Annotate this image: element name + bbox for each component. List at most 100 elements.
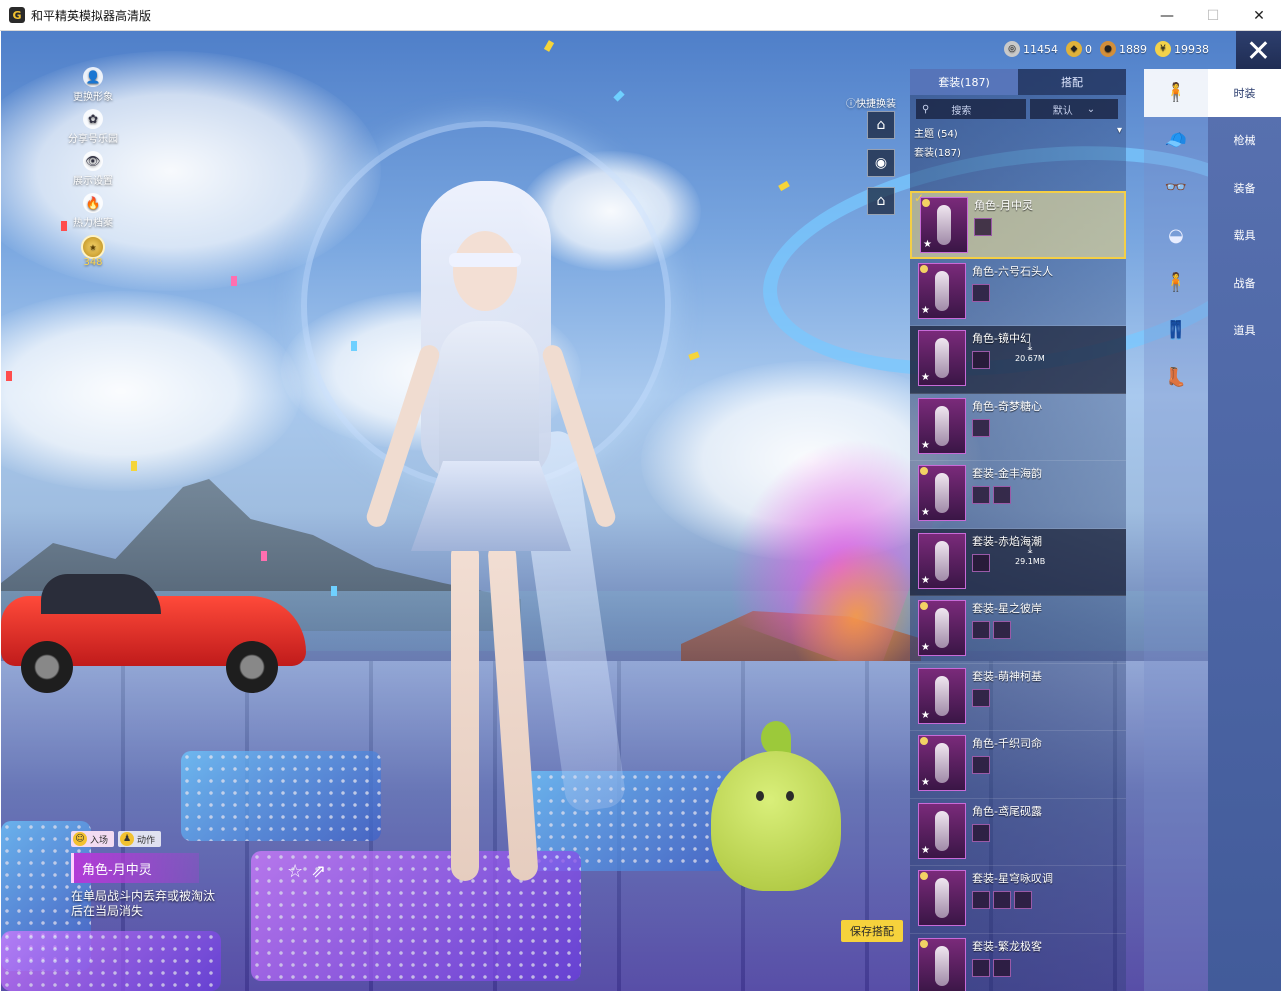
theme-section-header[interactable]: 主题 (54) ▾ [910,123,1126,142]
quick-swap-text: 快捷换装 [856,99,896,110]
full-outfit-icon: 🧍 [1164,82,1188,104]
star-icon: ★ [921,642,930,653]
suit-part-icon [972,351,990,369]
badge-value: 348 [83,257,103,268]
suit-item[interactable]: ★ 套装-赤焰海潮 ⤓ 29.1MB [910,528,1126,596]
suit-item[interactable]: ★ 角色-千织司命 [910,731,1126,799]
tab-fashion[interactable]: 时装 [1208,69,1281,117]
rarity-icon [920,467,928,475]
left-menu-display-settings[interactable]: 👁 展示设置 [63,151,123,187]
top-slot[interactable]: 🧍 [1144,259,1208,307]
tab-action[interactable]: ♟ 动作 [118,831,162,847]
save-outfit-button[interactable]: 保存搭配 [841,920,903,942]
suit-item[interactable]: ★ 套装-星之彼岸 [910,596,1126,664]
suit-part-icon [972,283,990,302]
gold-coin-icon: ¥ [1155,41,1171,57]
silver-coin-icon: ◎ [1004,41,1020,57]
app-logo-icon: G [9,7,25,23]
flame-icon: 🔥 [83,193,103,213]
star-icon: ★ [921,507,930,518]
suit-thumbnail: ★ [918,802,966,859]
close-window-button[interactable]: ✕ [1236,0,1282,31]
tab-suits[interactable]: 套装(187) [910,69,1018,95]
suit-item[interactable]: 套装-繁龙极客 [910,934,1126,991]
hat-slot[interactable]: 🧢 [1144,117,1208,165]
suit-item[interactable]: ★ 角色-镜中幻 ⤓ 20.67M [910,326,1126,394]
car-wheel [226,641,278,693]
download-indicator[interactable]: ⤓ 29.1MB [1015,543,1045,566]
sort-dropdown[interactable]: 默认 ⌄ [1030,99,1118,119]
search-input[interactable]: ⚲ 搜索 [916,99,1026,119]
tab-entrance-label: 入场 [90,835,109,846]
suit-item[interactable]: ★ 套装-萌神柯基 [910,664,1126,731]
theme-section-label: 主题 (54) [914,129,958,140]
outfit-tabs: 套装(187) 搭配 [910,69,1126,95]
quick-swap-slot-2[interactable]: ◉ [867,149,895,177]
suit-item[interactable]: 套装-星穹咏叹调 [910,866,1126,934]
character-model[interactable] [331,171,661,891]
suit-thumbnail: ★ [920,197,968,253]
tab-combat-gear[interactable]: 战备 [1208,259,1281,307]
suit-thumbnail: ★ [918,262,966,319]
tab-combos[interactable]: 搭配 [1018,69,1126,95]
left-menu-share-code[interactable]: ✿ 分享号乐园 [63,109,123,145]
suit-thumbnail: ★ [918,330,966,386]
chevron-down-icon: ⌄ [1086,103,1096,115]
currency-value: 0 [1085,42,1092,56]
top-icon: 🧍 [1164,272,1188,294]
showcase-tabs: ☺ 入场 ♟ 动作 [71,831,311,847]
suit-item[interactable]: ★ 角色-鸢尾砚露 [910,799,1126,866]
suit-item[interactable]: ★ 角色-六号石头人 [910,259,1126,326]
tab-equipment[interactable]: 装备 [1208,164,1281,212]
flower-icon: ✿ [83,109,103,129]
suit-item[interactable]: ★ 套装-金丰海韵 [910,461,1126,529]
minimize-button[interactable]: — [1144,0,1190,31]
currency-silver[interactable]: ◎ 11454 [1004,41,1058,57]
suit-part-icon [972,958,990,977]
maximize-button[interactable]: ☐ [1190,0,1236,31]
currency-gold[interactable]: ¥ 19938 [1155,41,1209,57]
share-icon[interactable]: ⇗ [311,861,326,882]
suit-thumbnail: ★ [918,667,966,724]
suit-part-icon [972,688,990,707]
tab-vehicles[interactable]: 载具 [1208,212,1281,260]
tab-weapons[interactable]: 枪械 [1208,117,1281,165]
heat-badge[interactable]: ★ 348 [63,235,123,268]
star-icon: ★ [921,777,930,788]
eye-icon: 👁 [83,151,103,171]
suit-part-icon [993,486,1011,504]
pants-slot[interactable]: 👖 [1144,307,1208,355]
tab-entrance[interactable]: ☺ 入场 [71,831,115,847]
search-row: ⚲ 搜索 默认 ⌄ [910,95,1126,123]
shoes-slot[interactable]: 👢 [1144,354,1208,402]
quick-swap-label[interactable]: ⓘ快捷换装 [846,95,896,110]
left-menu-label: 热力档案 [73,218,113,229]
rarity-icon [922,199,930,207]
mask-slot[interactable]: ◒ [1144,212,1208,260]
goggles-slot[interactable]: 👓 [1144,164,1208,212]
suit-thumbnail [918,937,966,991]
suit-item[interactable]: ✓ ★ 角色-月中灵 [910,191,1126,259]
currency-bronze[interactable]: ● 1889 [1100,41,1147,57]
goggles-icon: 👓 [1164,177,1188,199]
outfit-hanger-icon: ⌂ [876,117,886,133]
window-titlebar: G 和平精英模拟器高清版 — ☐ ✕ [0,0,1282,31]
quick-swap-slot-1[interactable]: ⌂ [867,111,895,139]
suit-name: 角色-千织司命 [972,737,1042,750]
suit-item[interactable]: ★ 角色-奇梦糖心 [910,394,1126,461]
quick-swap-slot-3[interactable]: ⌂ [867,187,895,215]
star-icon: ★ [921,574,930,586]
tab-items[interactable]: 道具 [1208,307,1281,355]
suit-list: ✓ ★ 角色-月中灵 ★ 角色-六号石头人 ★ 角色-镜中幻 ⤓20.67M ★… [910,191,1126,991]
left-menu-change-appearance[interactable]: 👤 更换形象 [63,67,123,103]
full-outfit-slot[interactable]: 🧍 [1144,69,1208,117]
download-icon: ⤓ [1027,542,1033,556]
rarity-icon [920,939,928,948]
close-wardrobe-button[interactable]: ✕ [1236,31,1281,71]
suit-name: 角色-六号石头人 [972,264,1053,278]
left-menu-heat-record[interactable]: 🔥 热力档案 [63,193,123,229]
currency-badge[interactable]: ◆ 0 [1066,41,1092,57]
pet-companion[interactable] [701,721,851,891]
download-indicator[interactable]: ⤓ 20.67M [1015,340,1045,363]
favorite-star-icon[interactable]: ☆ [287,861,303,882]
